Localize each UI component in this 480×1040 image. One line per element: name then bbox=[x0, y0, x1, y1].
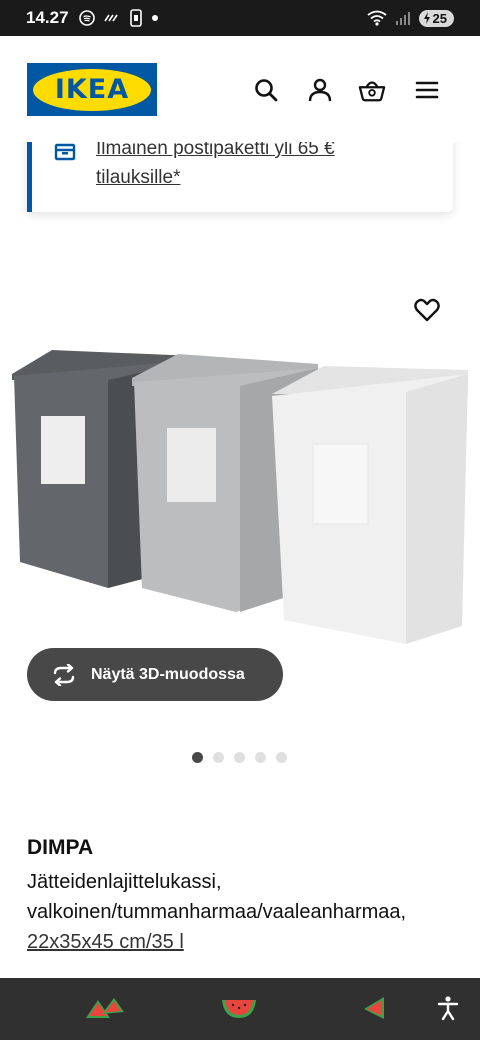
product-description: Jätteidenlajittelukassi, valkoinen/tumma… bbox=[27, 871, 407, 923]
menu-icon[interactable] bbox=[413, 76, 441, 104]
account-icon[interactable] bbox=[306, 76, 334, 104]
battery-level: 25 bbox=[432, 10, 447, 26]
carousel-dot-5[interactable] bbox=[276, 752, 287, 763]
notification-dot-icon bbox=[151, 15, 158, 21]
carousel-dot-3[interactable] bbox=[234, 752, 245, 763]
status-time: 14.27 bbox=[26, 8, 69, 27]
logo-text-overlay: IKEA bbox=[54, 74, 130, 105]
status-bar: 14.27 25 bbox=[0, 0, 480, 36]
weather-icon bbox=[103, 14, 118, 22]
product-dimensions-link[interactable]: 22x35x45 cm/35 l bbox=[27, 931, 184, 953]
carousel-dot-1[interactable] bbox=[192, 752, 203, 763]
watermelon-slices-icon[interactable] bbox=[84, 992, 126, 1024]
charging-icon bbox=[423, 12, 430, 24]
search-icon[interactable] bbox=[252, 76, 280, 104]
view-3d-label: Näytä 3D-muodossa bbox=[91, 665, 245, 683]
favourite-heart-icon[interactable] bbox=[413, 296, 441, 324]
ikea-logo-overlay[interactable]: IKEA bbox=[27, 63, 157, 116]
phone-vibrate-icon bbox=[129, 9, 142, 27]
header-overlay: IKEA bbox=[0, 36, 480, 142]
view-3d-button[interactable]: Näytä 3D-muodossa bbox=[27, 648, 283, 701]
signal-icon bbox=[395, 12, 410, 25]
logo-ellipse-overlay: IKEA bbox=[33, 68, 151, 111]
carousel-dot-2[interactable] bbox=[213, 752, 224, 763]
accessibility-icon[interactable] bbox=[436, 992, 460, 1024]
basket-icon[interactable] bbox=[358, 76, 386, 104]
product-description-block: Jätteidenlajittelukassi, valkoinen/tumma… bbox=[27, 867, 467, 957]
battery-badge: 25 bbox=[418, 9, 454, 27]
free-shipping-link[interactable]: Ilmainen postipaketti yli 65 € tilauksil… bbox=[96, 134, 396, 192]
product-name: DIMPA bbox=[27, 836, 94, 859]
white-bag bbox=[272, 366, 468, 644]
watermelon-half-icon[interactable] bbox=[220, 992, 258, 1024]
watermelon-wedge-icon[interactable] bbox=[362, 992, 388, 1024]
image-carousel-dots bbox=[192, 752, 287, 763]
carousel-dot-4[interactable] bbox=[255, 752, 266, 763]
spotify-icon bbox=[78, 10, 95, 26]
bottom-app-bar bbox=[0, 978, 480, 1040]
rotate-3d-icon bbox=[53, 663, 75, 686]
status-notification-icons bbox=[78, 9, 159, 27]
product-image[interactable] bbox=[0, 330, 480, 660]
delivery-box-icon bbox=[54, 140, 76, 167]
wifi-icon bbox=[366, 10, 387, 26]
